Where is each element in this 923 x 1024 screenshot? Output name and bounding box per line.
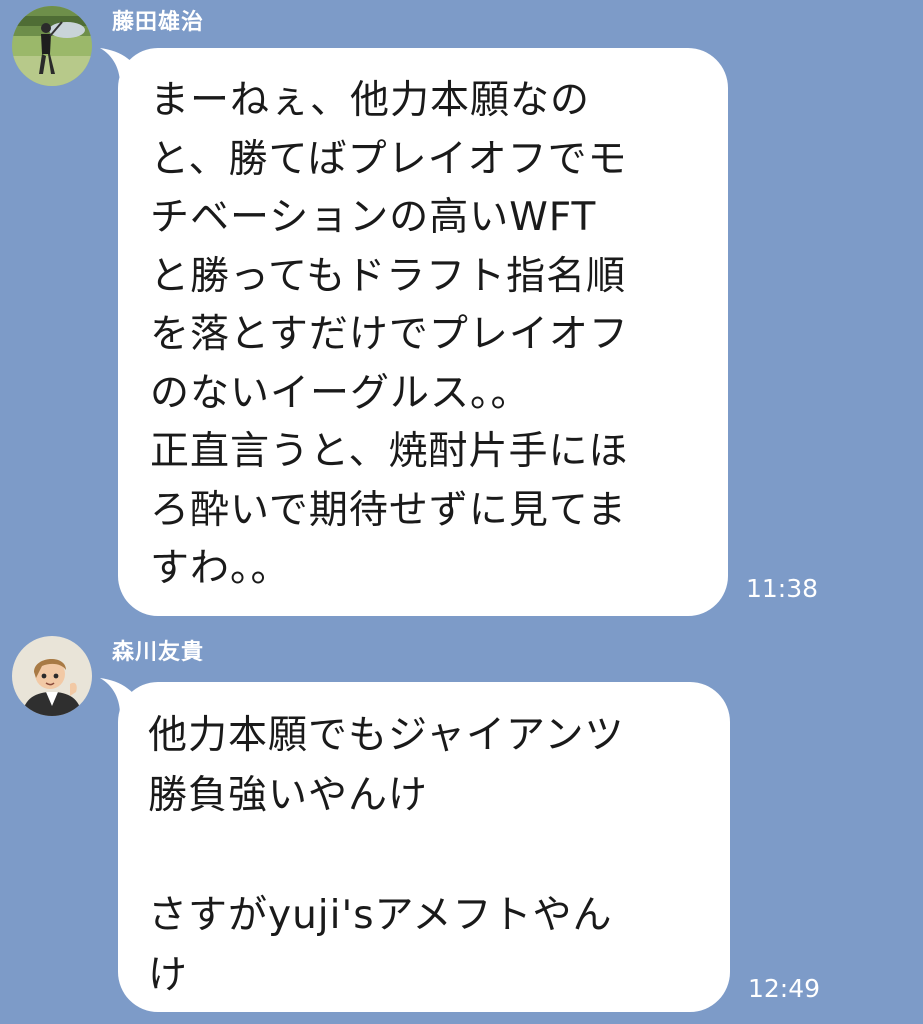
- message-bubble[interactable]: 他力本願でもジャイアンツ 勝負強いやんけ さすがyuji'sアメフトやん け: [118, 682, 730, 1012]
- message-bubble[interactable]: まーねぇ、他力本願なの と、勝てばプレイオフでモ チベーションの高いWFT と勝…: [118, 48, 728, 616]
- sender-name: 藤田雄治: [112, 10, 205, 35]
- message-1: 藤田雄治 まーねぇ、他力本願なの と、勝てばプレイオフでモ チベーションの高いW…: [0, 0, 923, 620]
- golfer-avatar-icon[interactable]: [12, 6, 92, 86]
- message-time: 11:38: [746, 574, 819, 603]
- illustrated-person-avatar-icon[interactable]: [12, 636, 92, 716]
- message-2: 森川友貴 他力本願でもジャイアンツ 勝負強いやんけ さすがyuji'sアメフトや…: [0, 630, 923, 1024]
- sender-name: 森川友貴: [112, 640, 205, 665]
- message-time: 12:49: [748, 974, 821, 1003]
- chat-log: 藤田雄治 まーねぇ、他力本願なの と、勝てばプレイオフでモ チベーションの高いW…: [0, 0, 923, 1024]
